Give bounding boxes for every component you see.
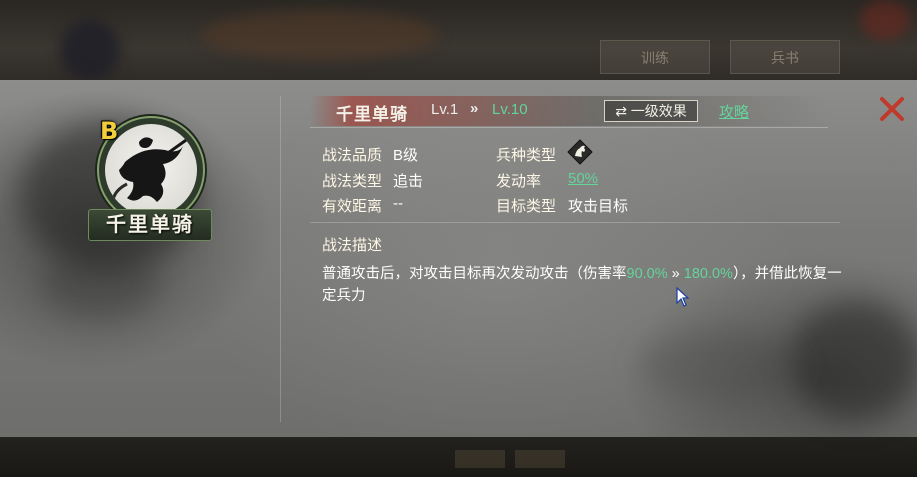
description-title: 战法描述 [322, 237, 383, 254]
unit-type-label: 兵种类型 [496, 147, 557, 164]
range-value: -- [393, 195, 403, 212]
level-effect-toggle-button[interactable]: ⇄ 一级效果 [604, 100, 698, 122]
current-level: Lv.1 [431, 101, 459, 118]
trigger-rate-label: 发动率 [496, 173, 542, 190]
background-train-button: 训练 [600, 40, 710, 74]
horseman-portrait-icon [105, 124, 197, 216]
damage-rate-high: 180.0% [683, 266, 733, 282]
mouse-cursor-icon [676, 286, 690, 307]
skill-name-plate-label: 千里单骑 [106, 214, 194, 236]
background-book-button: 兵书 [730, 40, 840, 74]
rate-arrow: » [667, 266, 684, 282]
target-type-value: 攻击目标 [568, 198, 629, 215]
max-level: Lv.10 [492, 101, 528, 118]
game-background-bottom [0, 436, 917, 477]
close-icon[interactable] [877, 94, 907, 124]
trigger-rate-value[interactable]: 50% [568, 170, 598, 187]
target-type-label: 目标类型 [496, 198, 557, 215]
game-background-top: 训练 兵书 [0, 0, 917, 80]
strategy-link[interactable]: 攻略 [719, 101, 749, 122]
skill-type-value: 追击 [393, 173, 424, 190]
range-label: 有效距离 [322, 198, 383, 215]
level-arrow-icon: » [470, 100, 479, 117]
skill-name-plate: 千里单骑 [88, 209, 212, 241]
description-text: 普通攻击后，对攻击目标再次发动攻击（伤害率90.0% » 180.0%），并借此… [322, 263, 842, 307]
grade-badge: B [100, 117, 119, 145]
quality-label: 战法品质 [322, 147, 383, 164]
description-part1: 普通攻击后，对攻击目标再次发动攻击（伤害率 [322, 266, 627, 282]
damage-rate-low: 90.0% [626, 266, 668, 282]
info-divider [310, 222, 840, 223]
quality-value: B级 [393, 147, 419, 164]
header-underline [310, 127, 828, 128]
skill-title: 千里单骑 [336, 105, 408, 124]
panel-divider [280, 96, 281, 422]
skill-type-label: 战法类型 [322, 173, 383, 190]
cavalry-horse-icon [567, 139, 593, 165]
